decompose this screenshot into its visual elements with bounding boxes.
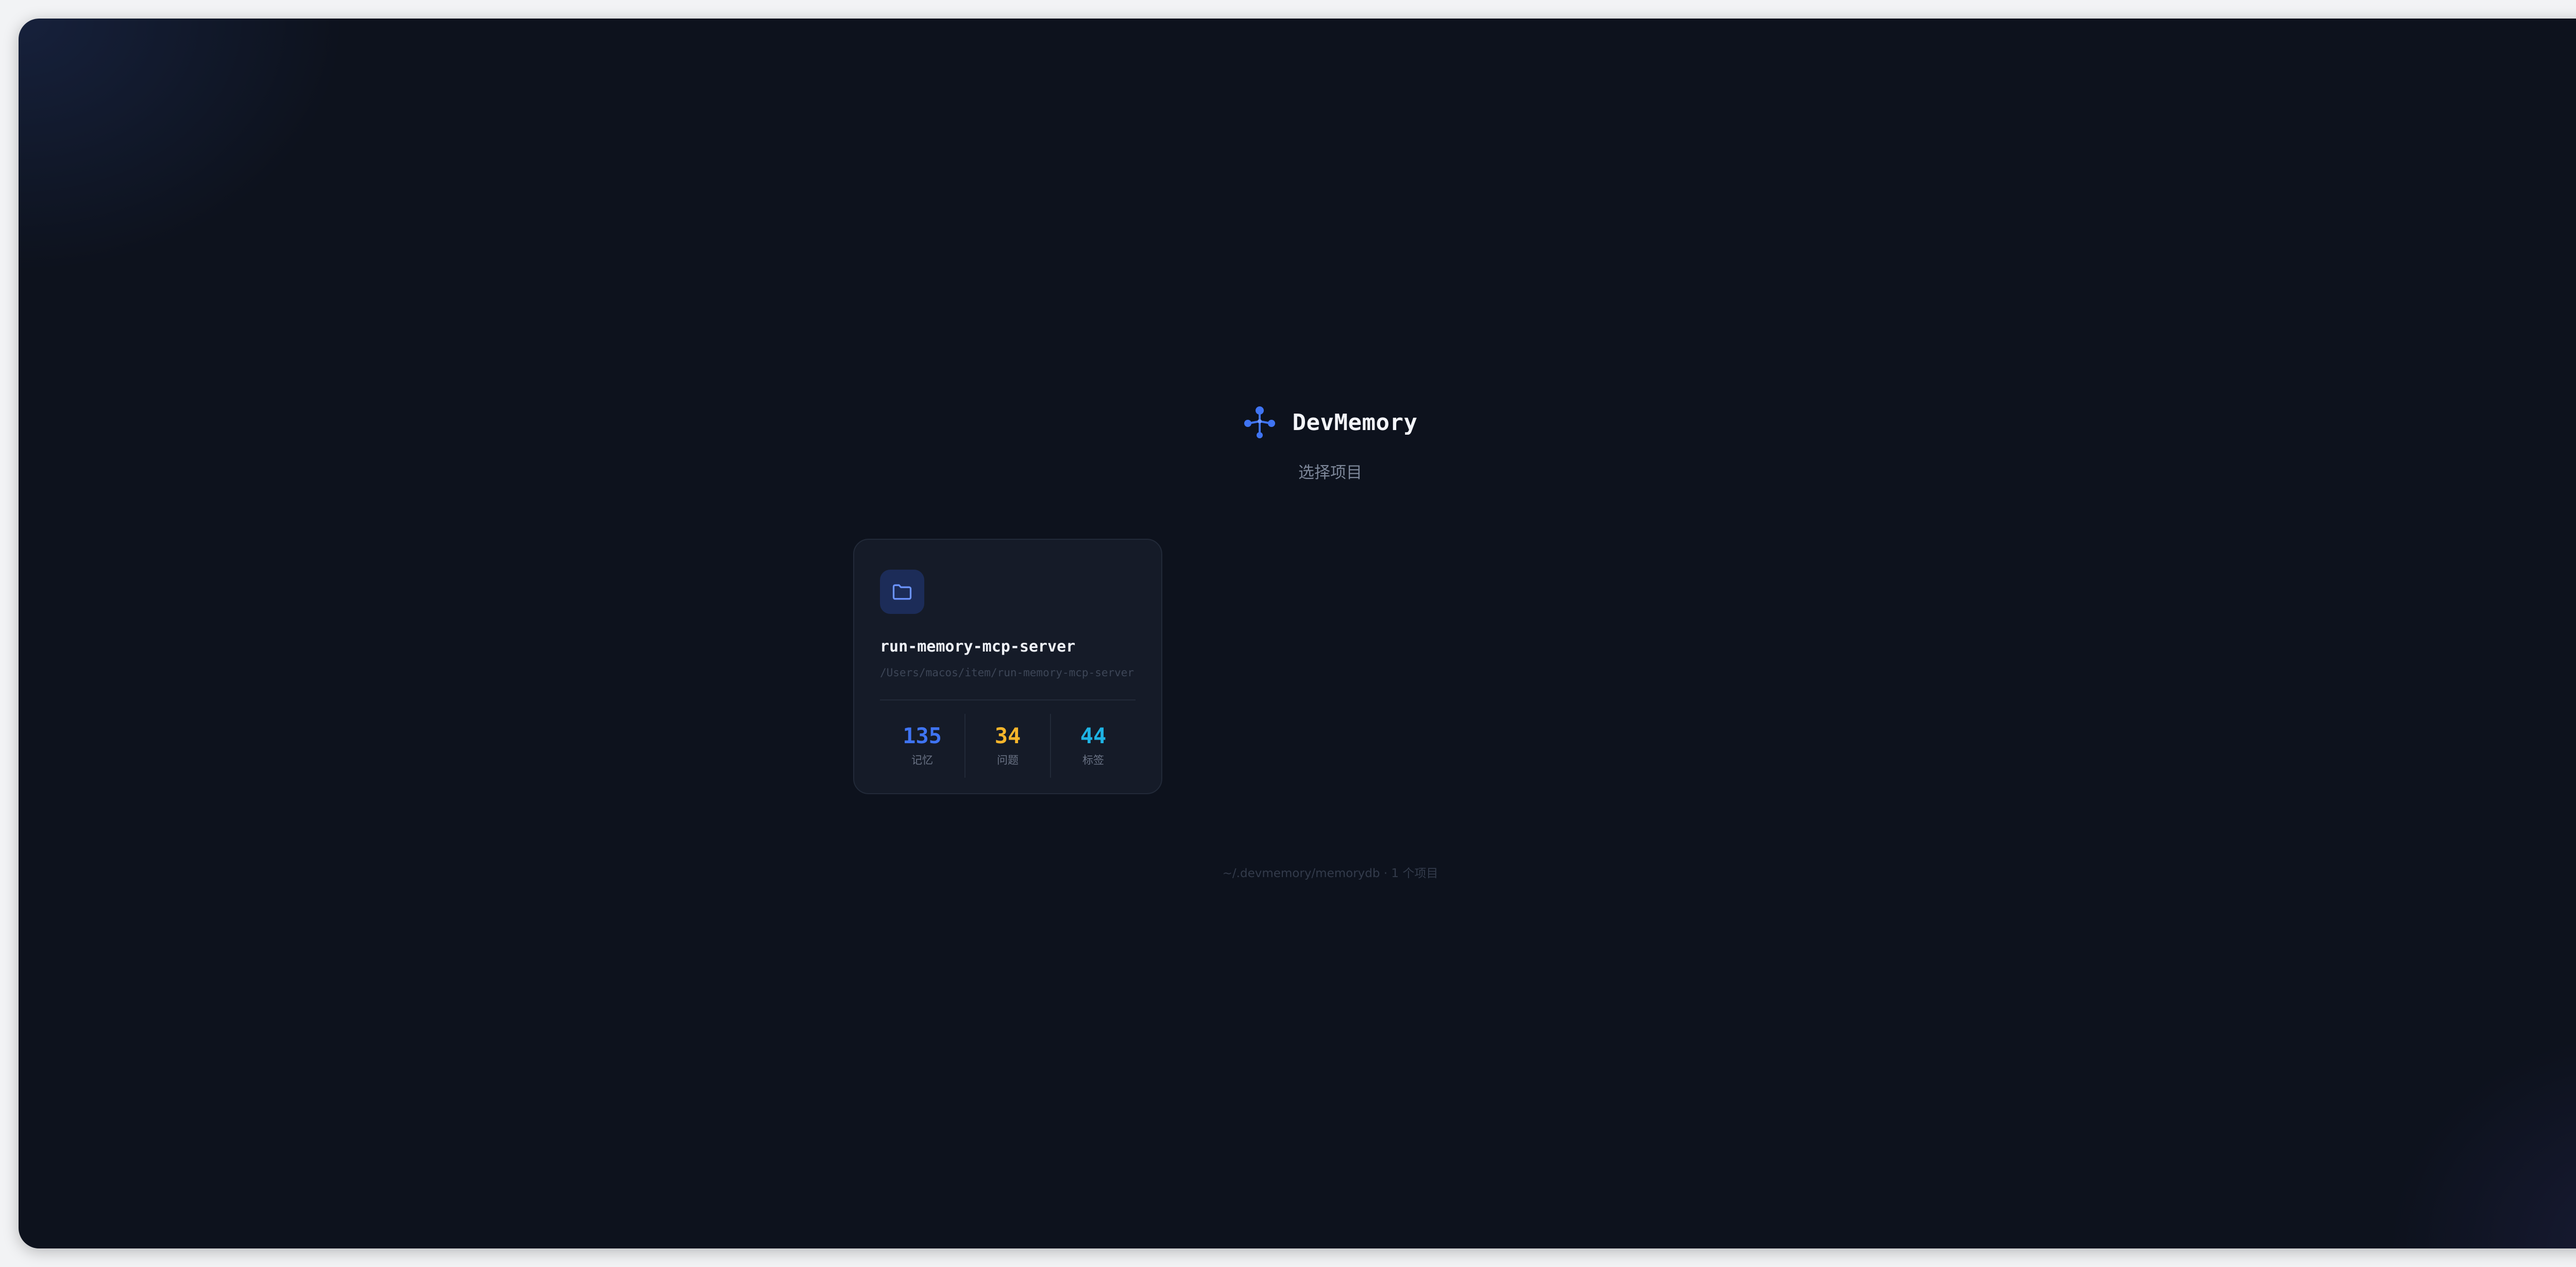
project-card[interactable]: run-memory-mcp-server /Users/macos/item/…	[853, 539, 1162, 794]
page-subtitle: 选择项目	[1298, 464, 1362, 482]
brand: DevMemory	[1243, 406, 1418, 439]
stat-tags: 44 标签	[1051, 714, 1136, 778]
logo-icon	[1243, 406, 1276, 439]
stat-tags-value: 44	[1080, 723, 1107, 748]
stat-memories: 135 记忆	[880, 714, 965, 778]
stat-memories-value: 135	[903, 723, 942, 748]
stat-tags-label: 标签	[1082, 754, 1104, 767]
project-path: /Users/macos/item/run-memory-mcp-server	[880, 666, 1134, 679]
stat-memories-label: 记忆	[911, 754, 933, 767]
folder-icon	[880, 570, 924, 614]
stat-issues: 34 问题	[965, 714, 1051, 778]
app-title: DevMemory	[1292, 409, 1418, 436]
project-stats: 135 记忆 34 问题 44 标签	[880, 714, 1136, 778]
app-header: DevMemory 选择项目	[19, 406, 2576, 483]
app-window: DevMemory 选择项目 run-memory-mcp-server /Us…	[19, 19, 2576, 1248]
footer-info: ~/.devmemory/memorydb · 1 个项目	[1222, 867, 1438, 880]
stat-issues-label: 问题	[997, 754, 1019, 767]
card-divider	[880, 699, 1136, 700]
project-name: run-memory-mcp-server	[880, 638, 1076, 656]
stat-issues-value: 34	[994, 723, 1021, 748]
